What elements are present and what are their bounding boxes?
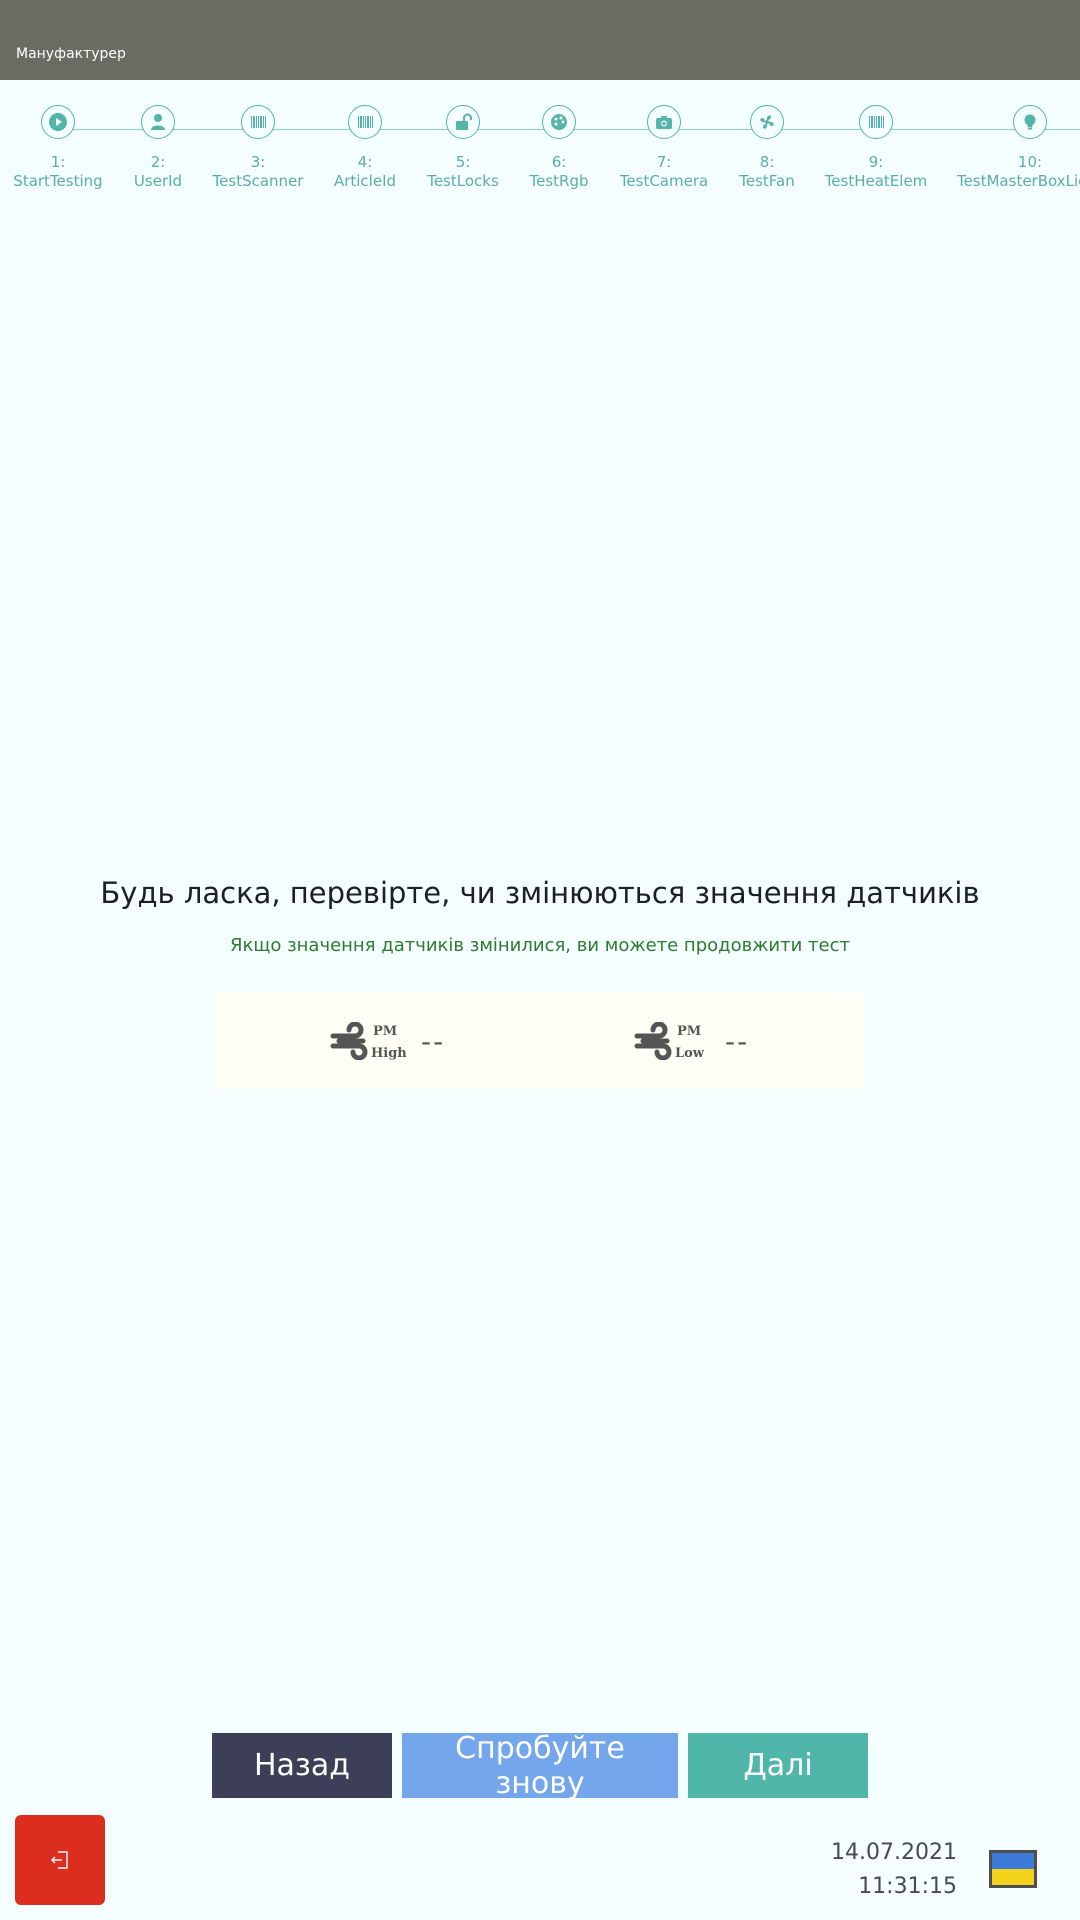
next-button[interactable]: Далі bbox=[688, 1733, 868, 1798]
step-number: 4: bbox=[357, 153, 373, 171]
step-number: 9: bbox=[868, 153, 884, 171]
sensor-value: -- bbox=[725, 1024, 750, 1058]
unlock-icon bbox=[446, 105, 480, 139]
step-label: TestRgb bbox=[529, 172, 589, 190]
play-icon bbox=[41, 105, 75, 139]
date-text: 14.07.2021 bbox=[831, 1840, 957, 1865]
back-button[interactable]: Назад bbox=[212, 1733, 392, 1798]
fan-icon bbox=[750, 105, 784, 139]
step-number: 8: bbox=[759, 153, 775, 171]
datetime: 14.07.2021 11:31:15 bbox=[831, 1836, 957, 1904]
step-label: TestCamera bbox=[619, 172, 709, 190]
exit-button[interactable] bbox=[15, 1815, 105, 1905]
lightbulb-icon bbox=[1013, 105, 1047, 139]
sensor-pm-low: PM Low -- bbox=[633, 1015, 749, 1067]
top-bar: Мануфактурер bbox=[0, 0, 1080, 80]
palette-icon bbox=[542, 105, 576, 139]
step-number: 1: bbox=[50, 153, 66, 171]
step-number: 10: bbox=[1017, 153, 1043, 171]
instruction-heading: Будь ласка, перевірте, чи змінюються зна… bbox=[100, 876, 980, 910]
step-number: 6: bbox=[551, 153, 567, 171]
step-label: UserId bbox=[133, 172, 183, 190]
wind-icon bbox=[634, 1022, 672, 1060]
retry-button[interactable]: Спробуйте знову bbox=[402, 1731, 678, 1801]
pm-label: PM High bbox=[371, 1016, 411, 1066]
camera-icon bbox=[647, 105, 681, 139]
instruction-subheading: Якщо значення датчиків змінилися, ви мож… bbox=[230, 935, 850, 956]
step-test-master-box-light[interactable]: 10: TestMasterBoxLight bbox=[956, 105, 1080, 191]
step-label: TestMasterBoxLight bbox=[956, 172, 1080, 190]
step-number: 2: bbox=[150, 153, 166, 171]
pm-label: PM Low bbox=[675, 1016, 715, 1066]
step-label: TestScanner bbox=[212, 172, 304, 190]
pm-subscript: High bbox=[371, 1046, 407, 1061]
step-test-heat-elem[interactable]: 9: TestHeatElem bbox=[806, 105, 946, 191]
step-label: ArticleId bbox=[333, 172, 397, 190]
pm-subscript: Low bbox=[675, 1046, 705, 1061]
step-label: TestFan bbox=[739, 172, 795, 190]
sensor-panel: PM High -- PM Low -- bbox=[215, 993, 863, 1089]
logout-icon bbox=[51, 1851, 68, 1869]
user-icon bbox=[141, 105, 175, 139]
sensor-pm-high: PM High -- bbox=[329, 1015, 445, 1067]
barcode-icon bbox=[241, 105, 275, 139]
test-stepper: 1: StartTesting 2: UserId 3: TestScanner… bbox=[0, 105, 1080, 215]
step-number: 7: bbox=[656, 153, 672, 171]
sensor-value: -- bbox=[421, 1024, 446, 1058]
wind-icon bbox=[330, 1022, 368, 1060]
step-label: TestHeatElem bbox=[824, 172, 928, 190]
ukraine-flag-icon[interactable] bbox=[989, 1850, 1037, 1888]
time-text: 11:31:15 bbox=[858, 1874, 957, 1899]
step-number: 5: bbox=[455, 153, 471, 171]
pm-text: PM bbox=[677, 1024, 702, 1039]
barcode-icon bbox=[348, 105, 382, 139]
app-title: Мануфактурер bbox=[16, 46, 126, 62]
step-number: 3: bbox=[250, 153, 266, 171]
pm-text: PM bbox=[373, 1024, 398, 1039]
barcode-icon bbox=[859, 105, 893, 139]
